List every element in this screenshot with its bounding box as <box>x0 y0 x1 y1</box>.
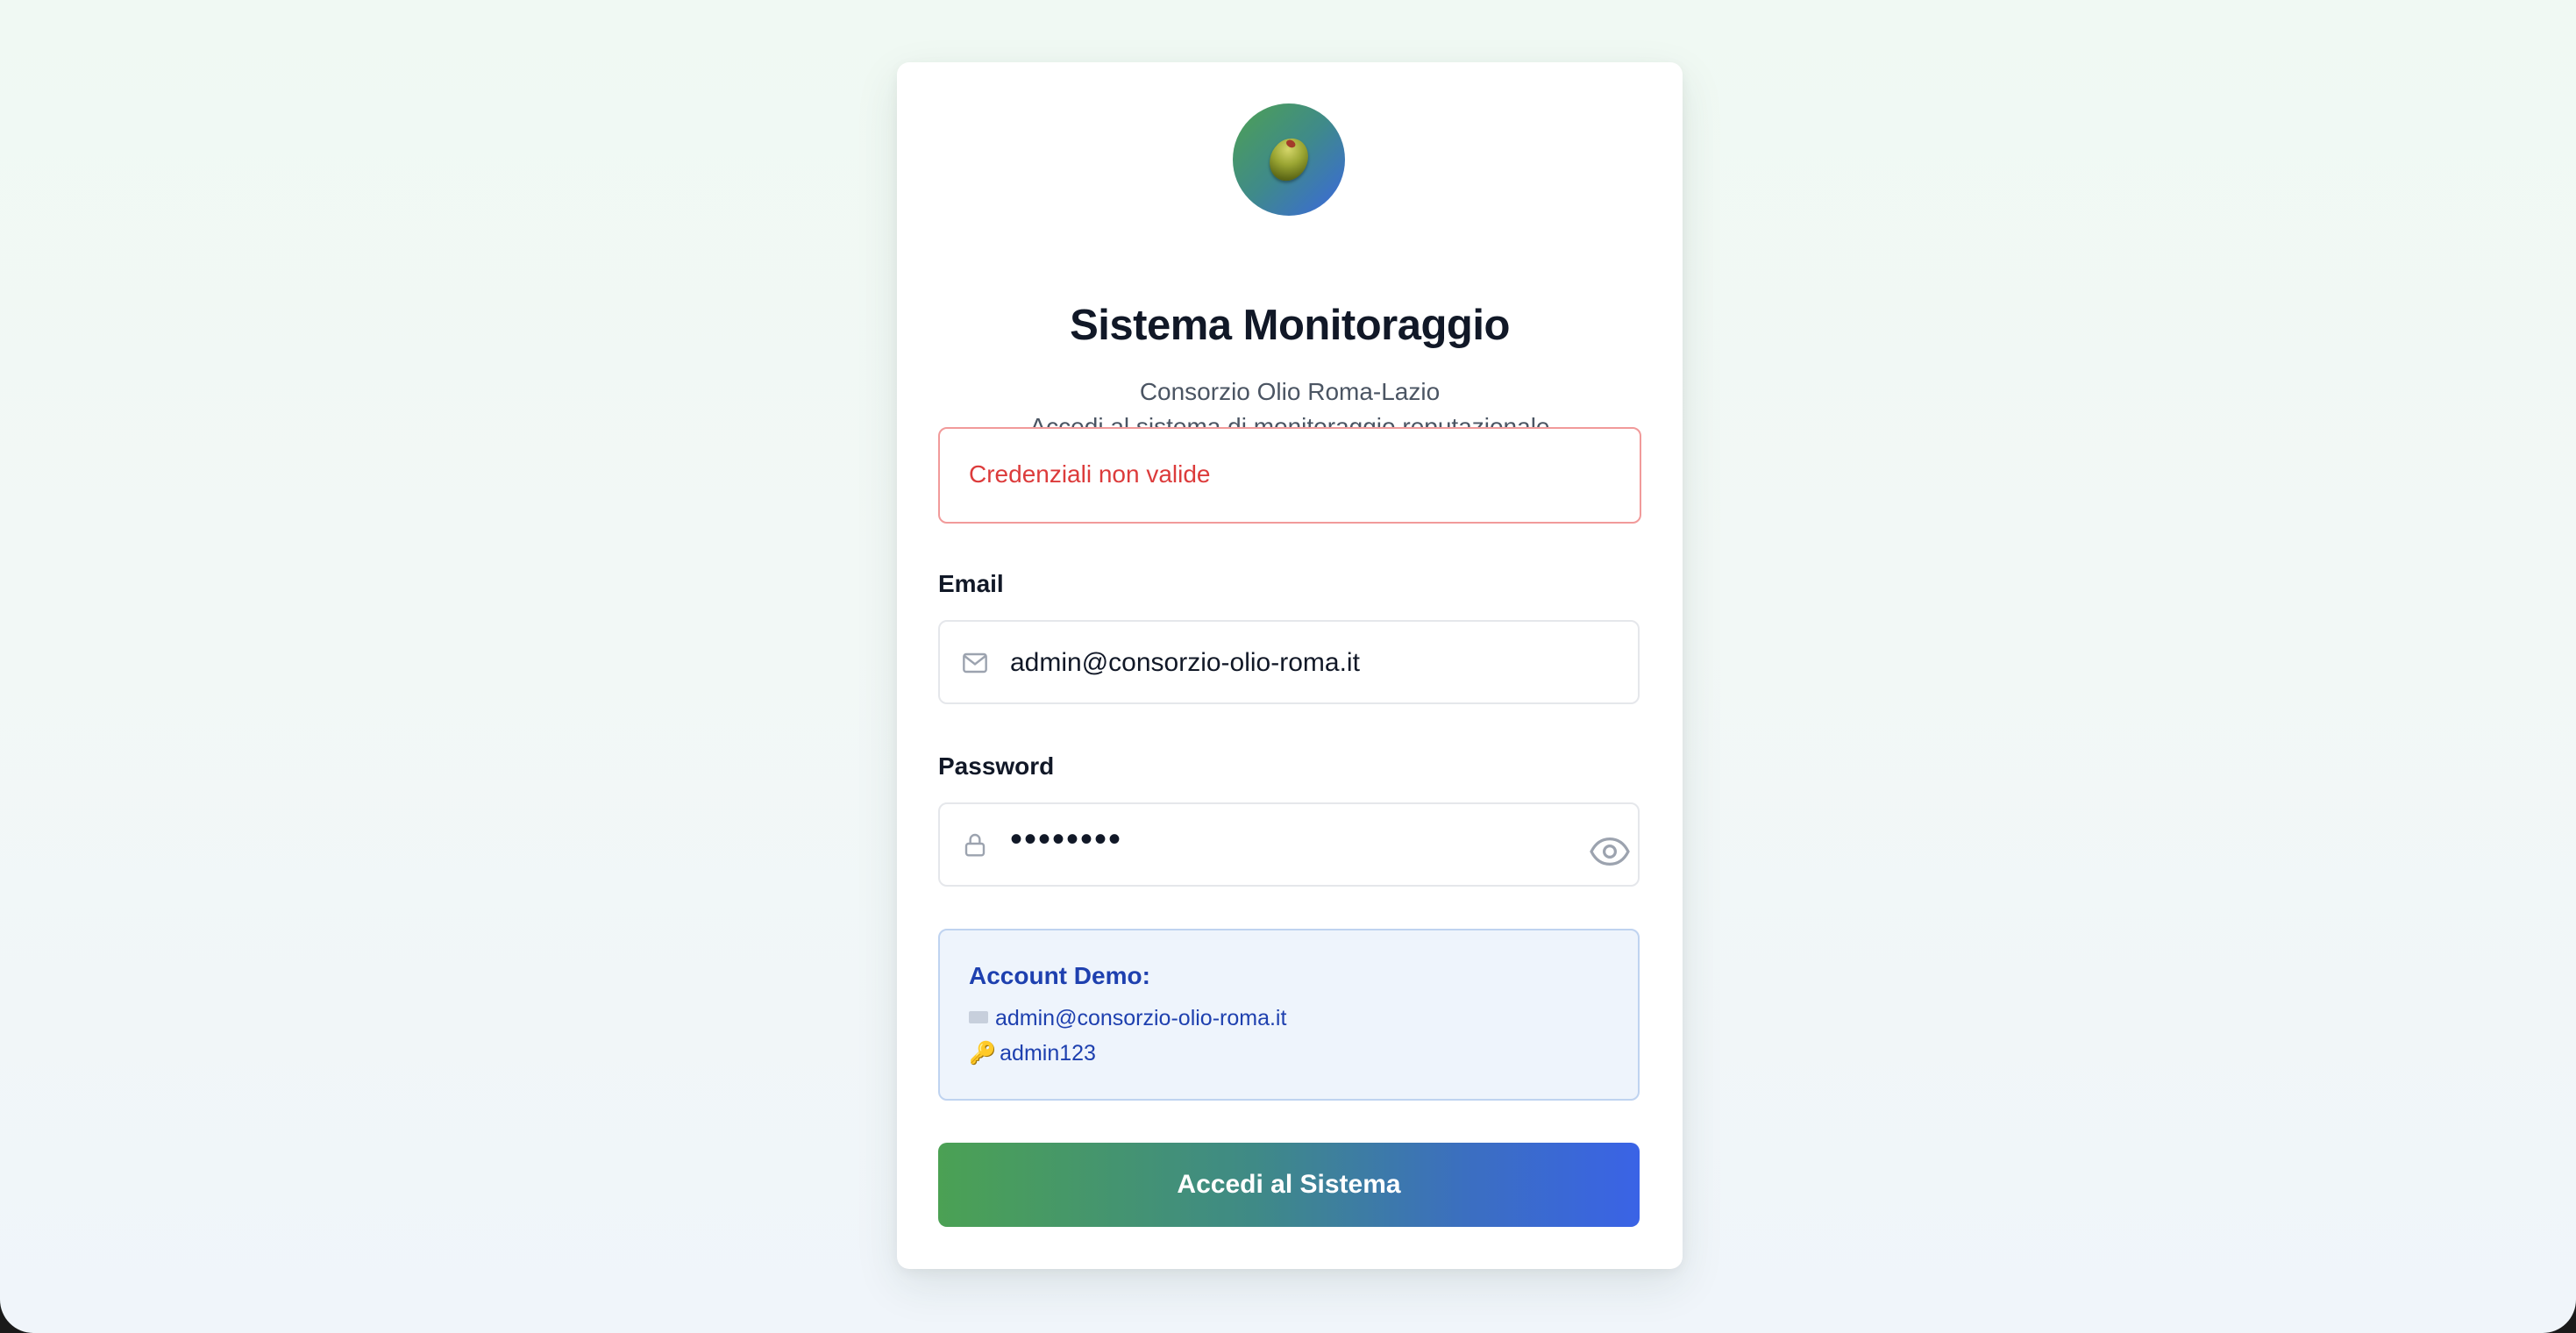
demo-email-row: admin@consorzio-olio-roma.it <box>969 1006 1286 1031</box>
olive-icon <box>1262 132 1316 188</box>
email-field[interactable]: admin@consorzio-olio-roma.it <box>938 620 1640 704</box>
error-message: Credenziali non valide <box>969 460 1211 488</box>
password-label: Password <box>938 752 1055 780</box>
password-field[interactable]: •••••••• <box>938 802 1640 887</box>
logo-badge <box>1233 103 1345 216</box>
login-card: Sistema Monitoraggio Consorzio Olio Roma… <box>897 62 1683 1269</box>
demo-email: admin@consorzio-olio-roma.it <box>995 1006 1287 1030</box>
demo-account-box: Account Demo: admin@consorzio-olio-roma.… <box>938 929 1640 1101</box>
window-corner-left <box>0 1298 35 1333</box>
eye-icon[interactable] <box>1589 834 1631 869</box>
email-value: admin@consorzio-olio-roma.it <box>1010 648 1360 677</box>
organization-name: Consorzio Olio Roma-Lazio <box>1139 378 1441 405</box>
error-alert: Credenziali non valide <box>938 427 1641 524</box>
password-value: •••••••• <box>1010 820 1123 859</box>
page-title: Sistema Monitoraggio <box>1070 302 1510 349</box>
key-icon: 🔑 <box>969 1041 997 1066</box>
demo-password-row: 🔑 admin123 <box>969 1041 1096 1066</box>
demo-password: admin123 <box>1000 1041 1096 1066</box>
mail-icon <box>963 652 987 674</box>
demo-title: Account Demo: <box>969 962 1150 989</box>
email-label: Email <box>938 570 1004 597</box>
login-button[interactable]: Accedi al Sistema <box>938 1143 1640 1227</box>
window-corner-right <box>2541 1298 2576 1333</box>
mail-icon <box>969 1011 988 1024</box>
lock-icon <box>964 833 986 857</box>
